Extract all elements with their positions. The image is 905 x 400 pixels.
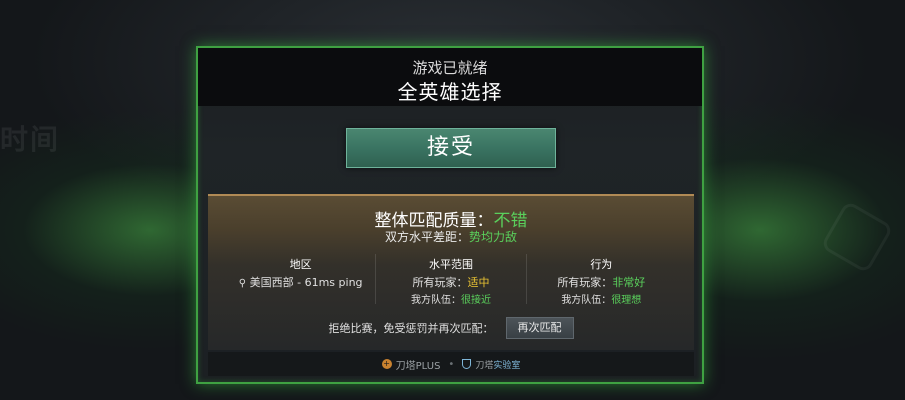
location-pin-icon: ⚲ <box>238 278 247 289</box>
region-header: 地区 <box>289 258 312 271</box>
skill-gap-label: 双方水平差距： <box>384 230 469 244</box>
match-info-panel: 整体匹配质量：不错 双方水平差距：势均力敌 地区 ⚲ 美国西部 - 61ms p… <box>208 194 694 350</box>
arcade-lab-logo: 刀塔 实验室 <box>462 358 520 371</box>
background-ghost-text: 时间 <box>0 123 61 156</box>
region-text: 美国西部 - 61ms ping <box>249 276 363 289</box>
skill-range-all-players: 所有玩家：适中 <box>376 274 525 290</box>
dialog-title: 全英雄选择 <box>397 80 503 104</box>
match-details: 地区 ⚲ 美国西部 - 61ms ping 水平范围 所有玩家：适中 我方队伍：… <box>226 254 676 306</box>
decline-row: 拒绝比赛，免受惩罚并再次匹配： 再次匹配 <box>208 316 694 340</box>
skill-range-column: 水平范围 所有玩家：适中 我方队伍：很接近 <box>375 254 525 306</box>
behavior-all-value: 非常好 <box>612 276 646 289</box>
dialog-footer: + 刀塔PLUS • 刀塔 实验室 <box>208 352 694 376</box>
rematch-button[interactable]: 再次匹配 <box>505 317 574 339</box>
behavior-team: 我方队伍：很理想 <box>527 291 676 306</box>
behavior-all-label: 所有玩家： <box>557 276 613 289</box>
region-value: ⚲ 美国西部 - 61ms ping <box>226 274 375 290</box>
skill-range-all-value: 适中 <box>467 276 490 289</box>
footer-separator: • <box>448 358 455 370</box>
behavior-all-players: 所有玩家：非常好 <box>527 274 676 290</box>
skill-gap: 双方水平差距：势均力敌 <box>208 228 694 245</box>
match-ready-dialog: 游戏已就绪 全英雄选择 接受 整体匹配质量：不错 双方水平差距：势均力敌 地区 … <box>196 46 704 384</box>
skill-range-team: 我方队伍：很接近 <box>376 291 525 306</box>
dota-plus-icon: + <box>381 359 392 369</box>
lab-prefix: 刀塔 <box>475 360 494 371</box>
skill-range-all-label: 所有玩家： <box>412 276 468 289</box>
accept-button[interactable]: 接受 <box>346 128 556 168</box>
decline-text: 拒绝比赛，免受惩罚并再次匹配： <box>328 322 494 335</box>
dialog-header: 游戏已就绪 全英雄选择 <box>198 48 702 106</box>
arcade-lab-icon <box>462 359 472 369</box>
skill-range-header: 水平范围 <box>428 258 473 271</box>
behavior-column: 行为 所有玩家：非常好 我方队伍：很理想 <box>525 254 676 306</box>
dota-plus-label: 刀塔PLUS <box>395 360 441 372</box>
lab-suffix: 实验室 <box>493 360 521 371</box>
dota-plus-logo: + 刀塔PLUS <box>381 357 441 372</box>
behavior-team-value: 很理想 <box>611 295 642 306</box>
dialog-subtitle: 游戏已就绪 <box>412 59 488 77</box>
behavior-team-label: 我方队伍： <box>561 295 612 306</box>
region-column: 地区 ⚲ 美国西部 - 61ms ping <box>226 254 375 304</box>
skill-range-team-value: 很接近 <box>460 295 491 306</box>
skill-range-team-label: 我方队伍： <box>410 295 461 306</box>
behavior-header: 行为 <box>590 258 613 271</box>
background-hex-icon <box>820 200 894 274</box>
skill-gap-value: 势均力敌 <box>469 230 518 244</box>
